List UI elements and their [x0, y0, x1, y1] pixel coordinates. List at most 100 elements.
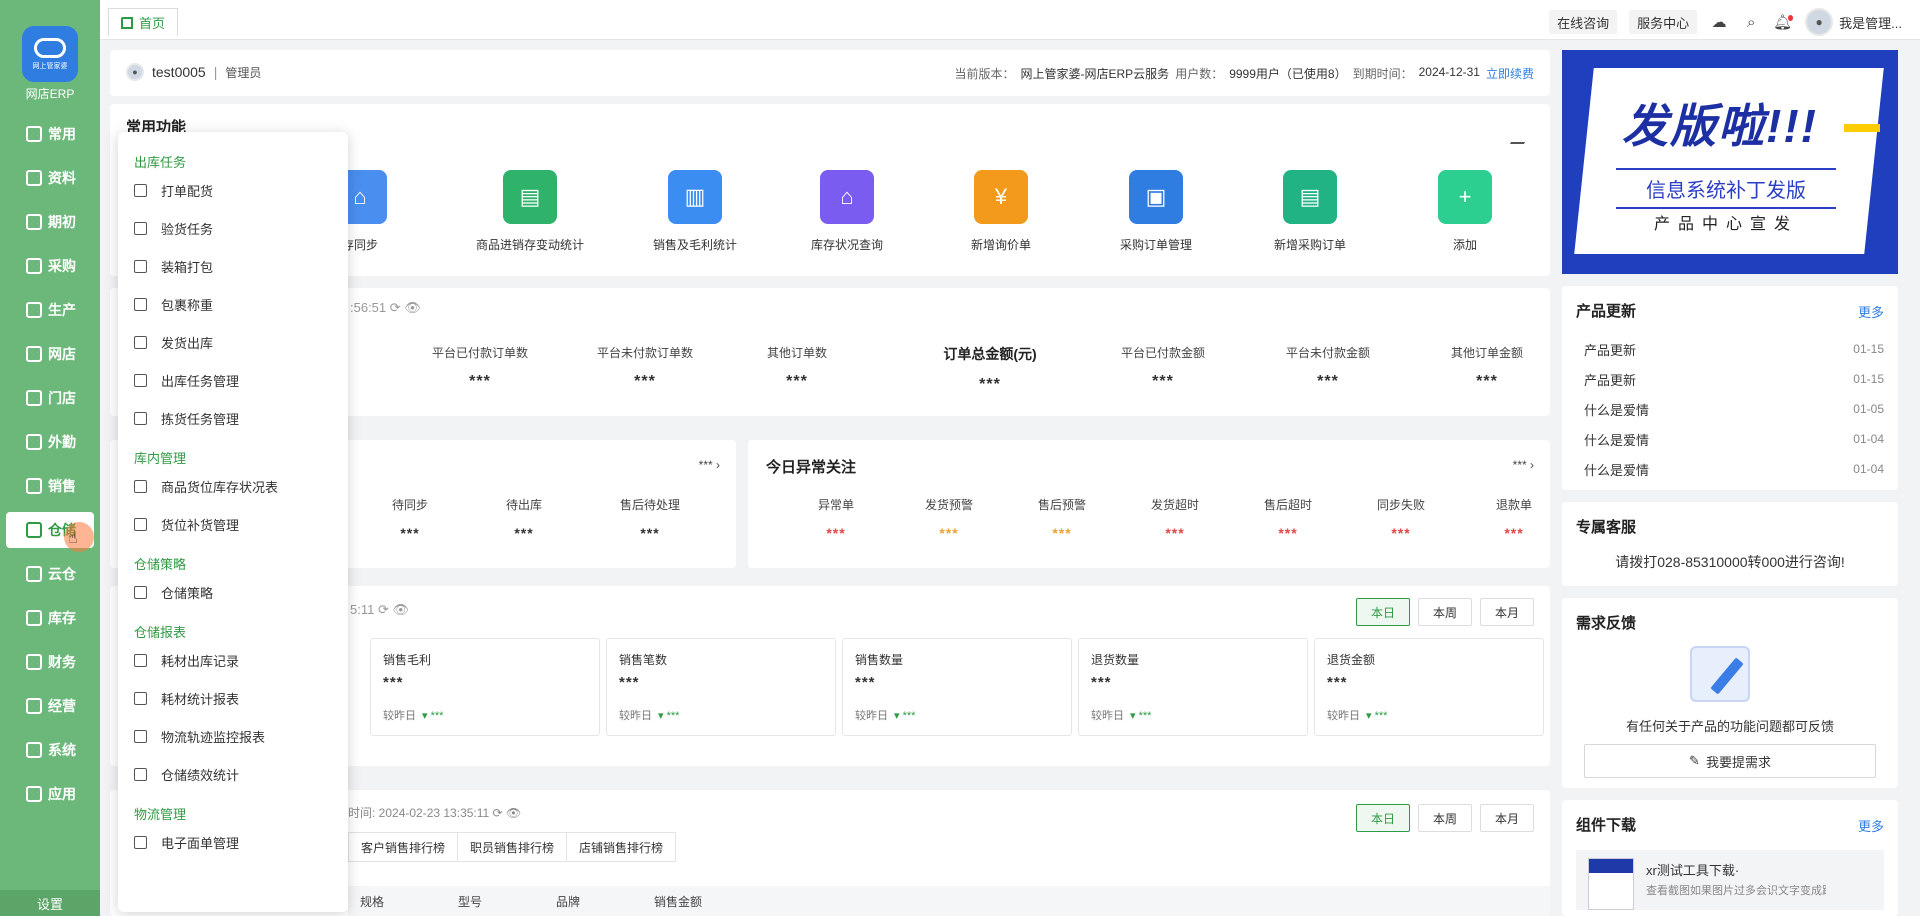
compare-label: 较昨日	[1091, 710, 1124, 722]
sales-card[interactable]: 销售笔数 *** 较昨日 ▾ ***	[606, 638, 836, 736]
anomaly-item[interactable]: 退款单 ***	[1464, 496, 1564, 541]
anomaly-item[interactable]: 异常单 ***	[786, 496, 886, 541]
sidebar-item-7[interactable]: 外勤	[0, 424, 100, 460]
tab-ranking-1[interactable]: 职员销售排行榜	[457, 832, 568, 862]
quick-function-item[interactable]: ⌂ 库存状况查询	[777, 170, 917, 253]
period-1-button[interactable]: 本周	[1418, 598, 1472, 626]
sidebar-item-10[interactable]: 云仓	[0, 556, 100, 592]
sidebar-item-5[interactable]: 网店	[0, 336, 100, 372]
service-center-button[interactable]: 服务中心	[1629, 10, 1698, 34]
anomaly-item[interactable]: 同步失败 ***	[1351, 496, 1451, 541]
menu-item[interactable]: 打单配货	[134, 178, 213, 202]
anomaly-more-link[interactable]: *** ›	[1513, 458, 1534, 472]
todo-item[interactable]: 待出库 ***	[474, 496, 574, 541]
menu-item[interactable]: 耗材统计报表	[134, 686, 239, 710]
sidebar-item-6[interactable]: 门店	[0, 380, 100, 416]
menu-item[interactable]: 包裹称重	[134, 292, 213, 316]
search-icon[interactable]: ⌕	[1741, 12, 1761, 32]
anomaly-item[interactable]: 售后超时 ***	[1238, 496, 1338, 541]
menu-item[interactable]: 仓储绩效统计	[134, 762, 239, 786]
renew-link[interactable]: 立即续费	[1486, 65, 1534, 82]
sidebar-item-label: 生产	[48, 302, 76, 318]
sidebar-item-4[interactable]: 生产	[0, 292, 100, 328]
online-consult-button[interactable]: 在线咨询	[1549, 10, 1618, 34]
period-2-button[interactable]: 本月	[1480, 804, 1534, 832]
menu-item[interactable]: 验货任务	[134, 216, 213, 240]
todo-more-link[interactable]: *** ›	[699, 458, 720, 472]
sales-card-label: 销售数量	[855, 653, 904, 667]
quick-function-item[interactable]: ▤ 商品进销存变动统计	[460, 170, 600, 253]
download-item[interactable]: xr测试工具下载· 查看截图如果图片过多会识文字变成践行...	[1576, 850, 1884, 910]
tab-ranking-0[interactable]: 客户销售排行榜	[348, 832, 459, 862]
product-updates-more[interactable]: 更多	[1858, 302, 1884, 321]
todo-item[interactable]: 售后待处理 ***	[600, 496, 700, 541]
anomaly-item[interactable]: 售后预警 ***	[1012, 496, 1112, 541]
menu-item-icon	[134, 835, 147, 849]
sidebar-item-3[interactable]: 采购	[0, 248, 100, 284]
anomaly-label: 售后超时	[1263, 498, 1312, 512]
settings-button[interactable]: 设置	[0, 890, 100, 916]
quick-function-item[interactable]: ▣ 采购订单管理	[1086, 170, 1226, 253]
clock-icon	[26, 214, 42, 230]
menu-item[interactable]: 商品货位库存状况表	[134, 474, 278, 498]
sales-card[interactable]: 销售毛利 *** 较昨日 ▾ ***	[370, 638, 600, 736]
quick-function-item[interactable]: ▥ 销售及毛利统计	[625, 170, 765, 253]
news-item[interactable]: 什么是爱情 01-04	[1576, 454, 1884, 484]
period-0-button[interactable]: 本日	[1356, 598, 1410, 626]
app-name: 网店ERP	[25, 87, 75, 101]
news-item[interactable]: 产品更新 01-15	[1576, 334, 1884, 364]
cloud-warehouse-icon	[26, 566, 42, 582]
submit-request-button[interactable]: ✎ 我要提需求	[1584, 744, 1876, 778]
sidebar-item-label: 采购	[48, 258, 76, 274]
todo-label: 售后待处理	[619, 498, 680, 512]
menu-item[interactable]: 耗材出库记录	[134, 648, 239, 672]
menu-item[interactable]: 货位补货管理	[134, 512, 239, 536]
todo-item[interactable]: 待同步 ***	[360, 496, 460, 541]
sidebar-item-8[interactable]: 销售	[0, 468, 100, 504]
app-logo[interactable]: 网上管家婆	[22, 26, 78, 82]
quick-function-item[interactable]: ¥ 新增询价单	[931, 170, 1071, 253]
quick-function-item[interactable]: + 添加	[1395, 170, 1535, 253]
anomaly-item[interactable]: 发货预警 ***	[899, 496, 999, 541]
menu-item[interactable]: 拣货任务管理	[134, 406, 239, 430]
menu-item[interactable]: 物流轨迹监控报表	[134, 724, 265, 748]
sidebar-item-1[interactable]: 资料	[0, 160, 100, 196]
quick-function-item[interactable]: ▤ 新增采购订单	[1240, 170, 1380, 253]
period-0-button[interactable]: 本日	[1356, 804, 1410, 832]
tab-home[interactable]: 首页	[108, 8, 179, 36]
period-2-button[interactable]: 本月	[1480, 598, 1534, 626]
sidebar-item-label: 期初	[48, 214, 76, 230]
menu-item[interactable]: 发货出库	[134, 330, 213, 354]
todo-label: 待出库	[505, 498, 542, 512]
sidebar-item-14[interactable]: 系统	[0, 732, 100, 768]
anomaly-item[interactable]: 发货超时 ***	[1125, 496, 1225, 541]
sales-card[interactable]: 退货数量 *** 较昨日 ▾ ***	[1078, 638, 1308, 736]
news-item[interactable]: 产品更新 01-15	[1576, 364, 1884, 394]
period-1-button[interactable]: 本周	[1418, 804, 1472, 832]
menu-item[interactable]: 出库任务管理	[134, 368, 239, 392]
menu-item[interactable]: 电子面单管理	[134, 830, 239, 854]
doc-icon	[26, 170, 42, 186]
sidebar-item-15[interactable]: 应用	[0, 776, 100, 812]
sidebar-item-13[interactable]: 经营	[0, 688, 100, 724]
user-menu[interactable]: ● 我是管理...	[1805, 8, 1902, 36]
menu-item[interactable]: 装箱打包	[134, 254, 213, 278]
news-item[interactable]: 什么是爱情 01-04	[1576, 424, 1884, 454]
downloads-more[interactable]: 更多	[1858, 816, 1884, 835]
bell-icon[interactable]: 🔔︎	[1773, 12, 1794, 32]
trend-down-icon: ▾ ***	[658, 710, 680, 722]
edit-icon[interactable]	[1509, 130, 1533, 144]
sidebar-item-0[interactable]: 常用	[0, 116, 100, 152]
menu-item-label: 耗材出库记录	[161, 653, 240, 669]
menu-group-label: 物流管理	[134, 807, 187, 822]
release-banner[interactable]: 发版啦!!! 信息系统补丁发版 产品中心宣发	[1562, 50, 1898, 274]
sidebar-item-12[interactable]: 财务	[0, 644, 100, 680]
sidebar-item-11[interactable]: 库存	[0, 600, 100, 636]
menu-item[interactable]: 仓储策略	[134, 580, 213, 604]
cloud-download-icon[interactable]: ☁	[1709, 12, 1729, 32]
sales-card[interactable]: 退货金额 *** 较昨日 ▾ ***	[1314, 638, 1544, 736]
news-item[interactable]: 什么是爱情 01-05	[1576, 394, 1884, 424]
sales-card[interactable]: 销售数量 *** 较昨日 ▾ ***	[842, 638, 1072, 736]
tab-ranking-2[interactable]: 店铺销售排行榜	[566, 832, 677, 862]
sidebar-item-2[interactable]: 期初	[0, 204, 100, 240]
